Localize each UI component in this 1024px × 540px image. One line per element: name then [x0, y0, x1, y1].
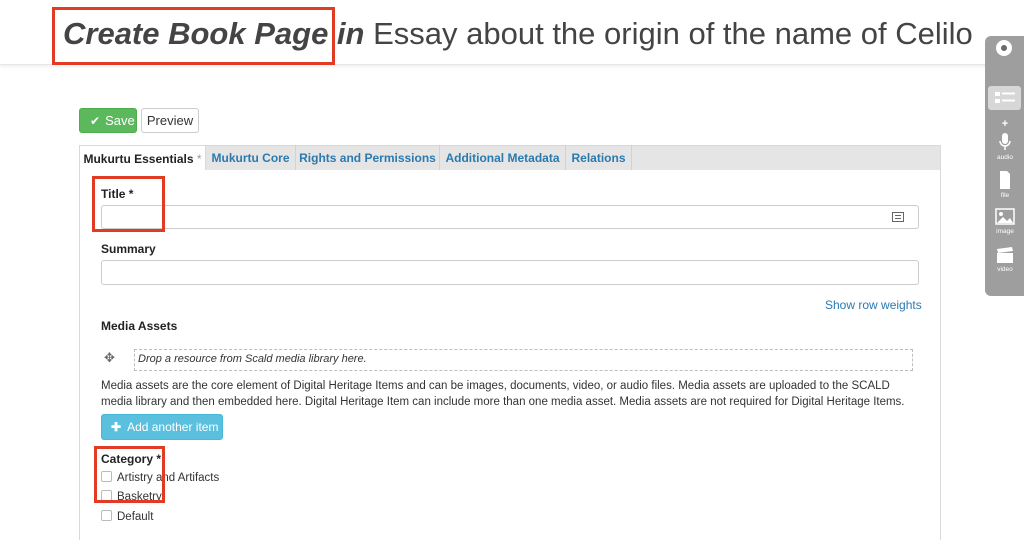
rail-toggle-icon[interactable]	[996, 40, 1012, 56]
checkbox[interactable]	[101, 510, 112, 521]
title-label: Title *	[101, 187, 134, 201]
save-button[interactable]: ✔ Save	[79, 108, 137, 133]
page-title-action: Create Book Page in	[63, 16, 365, 51]
category-option[interactable]: Artistry and Artifacts	[101, 471, 219, 484]
preview-button[interactable]: Preview	[141, 108, 199, 133]
drag-handle-icon[interactable]: ✥	[104, 350, 115, 366]
media-drop-zone[interactable]: Drop a resource from Scald media library…	[134, 349, 913, 371]
file-icon	[1000, 171, 1010, 189]
rail-audio-button[interactable]: audio	[988, 132, 1022, 161]
title-field[interactable]	[101, 205, 919, 229]
page-title-subject: Essay about the origin of the name of Ce…	[364, 16, 973, 51]
rail-video-button[interactable]: video	[988, 246, 1022, 273]
check-icon: ✔	[90, 114, 101, 128]
add-another-item-button[interactable]: ✚ Add another item	[101, 414, 223, 440]
tab-additional-metadata[interactable]: Additional Metadata	[440, 145, 566, 171]
checkbox[interactable]	[101, 490, 112, 501]
media-assets-help: Media assets are the core element of Dig…	[101, 380, 905, 408]
media-assets-label: Media Assets	[101, 319, 178, 333]
show-row-weights-link[interactable]: Show row weights	[825, 298, 922, 312]
page-title: Create Book Page in Essay about the orig…	[63, 14, 973, 54]
plus-icon: ✚	[111, 420, 122, 434]
summary-field[interactable]	[101, 260, 919, 285]
clapperboard-icon	[997, 247, 1013, 263]
summary-label: Summary	[101, 242, 156, 256]
tab-rights-and-permissions[interactable]: Rights and Permissions	[296, 145, 440, 171]
microphone-icon	[999, 133, 1011, 150]
image-icon	[995, 208, 1015, 225]
category-option[interactable]: Default	[101, 510, 153, 523]
checkbox[interactable]	[101, 471, 112, 482]
tab-mukurtu-essentials[interactable]: Mukurtu Essentials *	[79, 145, 206, 172]
rail-add-icon[interactable]: +	[988, 118, 1022, 130]
tab-bar: Mukurtu Essentials * Mukurtu Core Rights…	[79, 145, 941, 172]
scald-sidebar-rail: + audio file image video	[985, 36, 1024, 296]
field-editor-icon	[892, 212, 904, 222]
page-header: Create Book Page in Essay about the orig…	[0, 0, 1024, 65]
rail-image-button[interactable]: image	[988, 208, 1022, 235]
rail-file-button[interactable]: file	[988, 170, 1022, 199]
category-option[interactable]: Basketry	[101, 490, 162, 503]
tab-relations[interactable]: Relations	[566, 145, 632, 171]
tab-mukurtu-core[interactable]: Mukurtu Core	[206, 145, 296, 171]
list-icon	[995, 92, 1015, 103]
category-label: Category *	[101, 452, 162, 466]
